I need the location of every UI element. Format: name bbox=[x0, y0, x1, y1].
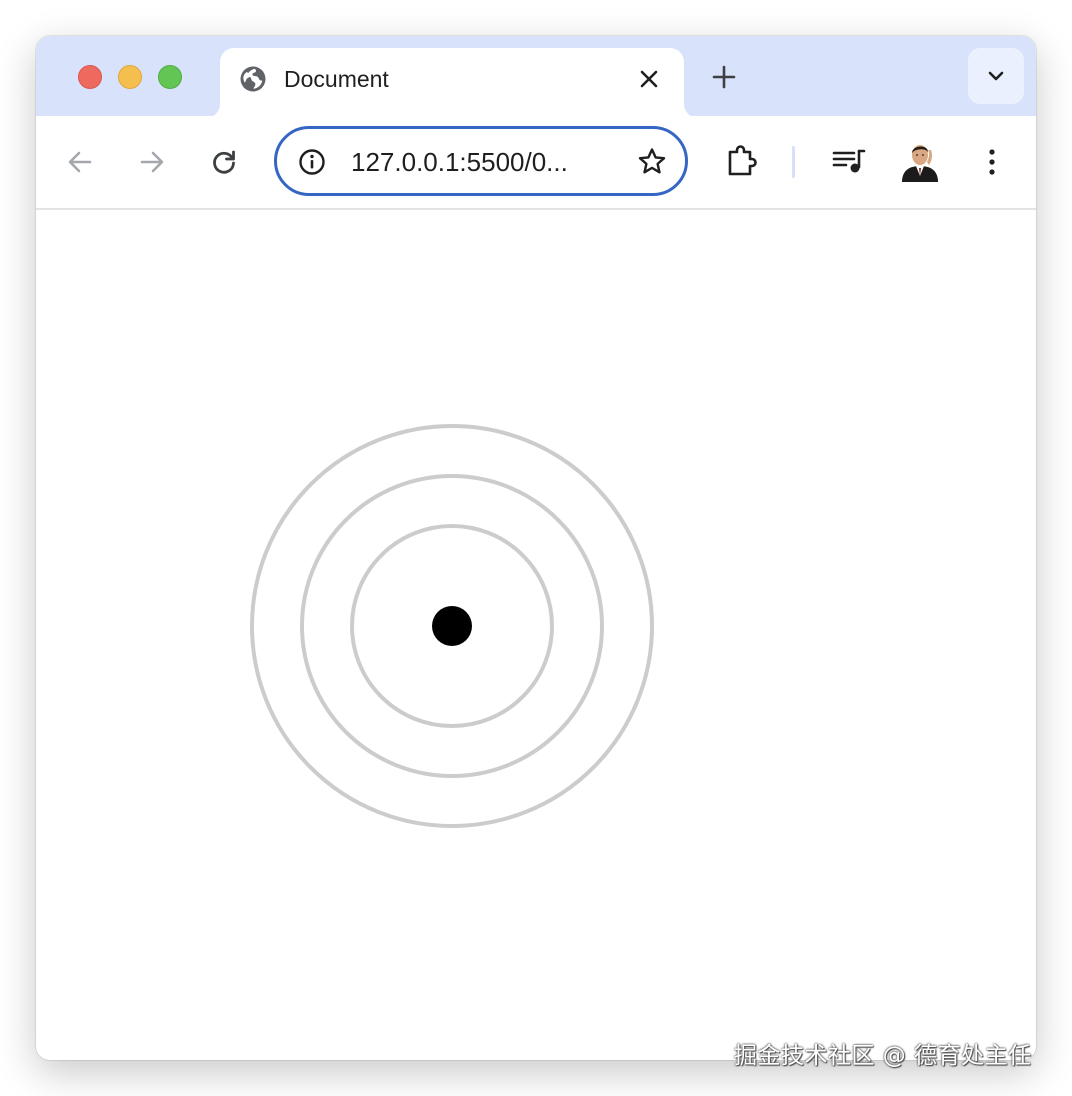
tab-strip: Document bbox=[36, 36, 1036, 118]
arrow-right-icon[interactable] bbox=[134, 144, 170, 180]
ripple-graphic bbox=[250, 424, 654, 828]
puzzle-icon[interactable] bbox=[722, 142, 762, 182]
address-bar[interactable]: 127.0.0.1:5500/0... bbox=[274, 126, 688, 196]
globe-icon bbox=[240, 66, 266, 92]
media-playlist-icon[interactable] bbox=[830, 142, 870, 182]
watermark: 掘金技术社区 @ 德育处主任 bbox=[734, 1043, 1032, 1069]
window-close-button[interactable] bbox=[78, 65, 102, 89]
toolbar: 127.0.0.1:5500/0... bbox=[36, 116, 1036, 210]
tab-search-button[interactable] bbox=[968, 48, 1024, 104]
page-content bbox=[36, 210, 1036, 1060]
browser-window: Document 127.0.0.1:5500/0... bbox=[36, 36, 1036, 1060]
profile-avatar[interactable] bbox=[900, 140, 940, 182]
star-icon[interactable] bbox=[635, 145, 669, 179]
kebab-menu-icon[interactable] bbox=[974, 144, 1010, 180]
toolbar-divider bbox=[792, 146, 795, 178]
plus-icon[interactable] bbox=[708, 61, 740, 93]
url-text[interactable]: 127.0.0.1:5500/0... bbox=[351, 146, 601, 178]
window-zoom-button[interactable] bbox=[158, 65, 182, 89]
window-minimize-button[interactable] bbox=[118, 65, 142, 89]
close-icon[interactable] bbox=[634, 64, 664, 94]
info-icon[interactable] bbox=[297, 147, 327, 177]
chevron-down-icon bbox=[988, 71, 1004, 81]
reload-icon[interactable] bbox=[206, 144, 242, 180]
center-dot bbox=[432, 606, 472, 646]
tab-document[interactable]: Document bbox=[220, 48, 684, 118]
tab-title: Document bbox=[284, 66, 389, 92]
arrow-left-icon[interactable] bbox=[62, 144, 98, 180]
